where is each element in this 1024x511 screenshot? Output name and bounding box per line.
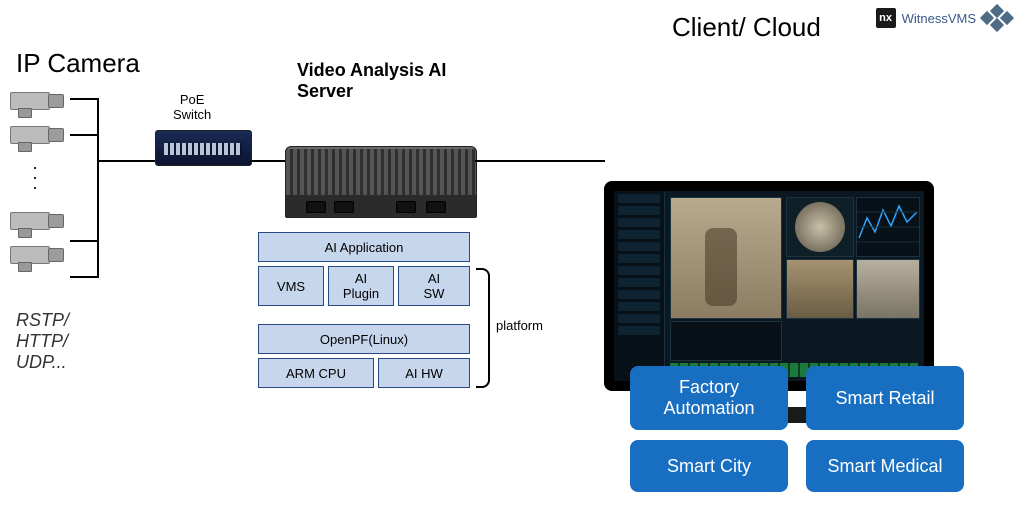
usecase-smart-medical: Smart Medical [806, 440, 964, 492]
video-tile-fisheye [786, 197, 854, 257]
hex-cluster-icon [982, 6, 1012, 30]
section-title-ip-camera: IP Camera [16, 48, 140, 79]
software-stack: AI Application VMS AI Plugin AI SW OpenP… [258, 232, 468, 402]
nx-badge-icon: nx [876, 8, 896, 28]
usecase-factory-automation: Factory Automation [630, 366, 788, 430]
switch-label: PoE Switch [173, 92, 211, 122]
connector-line [97, 98, 99, 278]
video-tile-small [856, 259, 920, 319]
brand-name: WitnessVMS [902, 11, 976, 26]
section-title-ai-server: Video Analysis AI Server [297, 60, 457, 102]
stack-arm-cpu: ARM CPU [258, 358, 374, 388]
usecase-smart-city: Smart City [630, 440, 788, 492]
section-title-client-cloud: Client/ Cloud [672, 12, 821, 43]
poe-switch-icon [155, 130, 252, 166]
stack-vms: VMS [258, 266, 324, 306]
brand-logo: nx WitnessVMS [876, 6, 1012, 30]
vms-client-screen [614, 191, 924, 381]
usecase-smart-retail: Smart Retail [806, 366, 964, 430]
connector-line [70, 276, 97, 278]
protocols-label: RSTP/ HTTP/ UDP... [16, 310, 69, 373]
video-tile-small [786, 259, 854, 319]
ip-camera-icon [10, 206, 70, 234]
ellipsis-icon: ··· [32, 162, 70, 192]
connector-line [70, 98, 97, 100]
connector-line [475, 160, 605, 162]
camera-tree-sidebar [614, 191, 665, 381]
stack-ai-plugin: AI Plugin [328, 266, 394, 306]
brace-icon [476, 268, 490, 388]
stack-ai-hw: AI HW [378, 358, 470, 388]
camera-group: ··· [10, 86, 70, 268]
person-silhouette-icon [705, 228, 737, 306]
connector-line [70, 240, 97, 242]
connector-line [250, 160, 285, 162]
connector-line [70, 134, 97, 136]
analytics-graph-tile [856, 197, 920, 257]
connector-line [97, 160, 155, 162]
ip-camera-icon [10, 86, 70, 114]
stack-ai-application: AI Application [258, 232, 470, 262]
ip-camera-icon [10, 240, 70, 268]
ai-server-icon [285, 146, 475, 241]
platform-label: platform [496, 318, 543, 333]
settings-panel-tile [670, 321, 782, 361]
stack-openpf: OpenPF(Linux) [258, 324, 470, 354]
ip-camera-icon [10, 120, 70, 148]
stack-ai-sw: AI SW [398, 266, 470, 306]
video-tile-main [670, 197, 782, 319]
